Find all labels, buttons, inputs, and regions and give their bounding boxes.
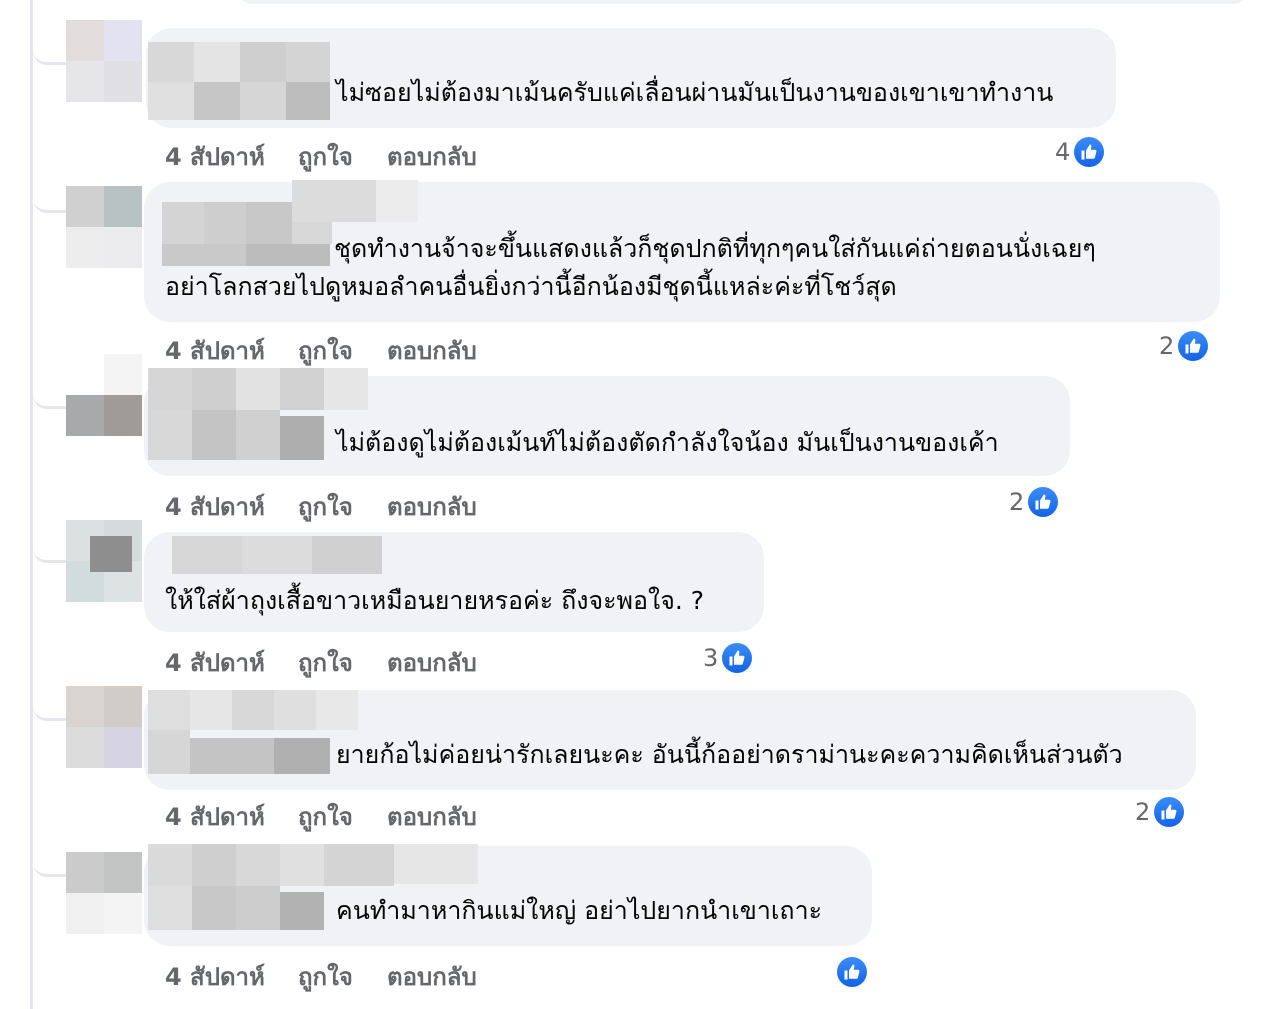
like-link[interactable]: ถูกใจ <box>298 331 353 370</box>
comment-text: ให้ใส่ผ้าถุงเสื้อขาวเหมือนยายหรอค่ะ ถึงจ… <box>165 586 705 615</box>
comment-timestamp[interactable]: 4 สัปดาห์ <box>165 137 265 176</box>
thread-connector <box>33 386 67 409</box>
commenter-name-redacted <box>148 368 368 460</box>
reply-link[interactable]: ตอบกลับ <box>387 797 477 836</box>
reaction-count: 2 <box>1159 332 1175 360</box>
like-link[interactable]: ถูกใจ <box>298 957 353 996</box>
comment-text: ไม่ต้องดูไม่ต้องเม้นท์ไม่ต้องตัดกำลังใจน… <box>336 428 999 457</box>
reply-link[interactable]: ตอบกลับ <box>387 957 477 996</box>
reaction-summary[interactable] <box>835 955 869 989</box>
thread-connector <box>33 698 67 721</box>
comment-text: ยายก้อไม่ค่อยน่ารักเลยนะคะ อันนี้ก้ออย่า… <box>336 740 1123 769</box>
like-link[interactable]: ถูกใจ <box>298 487 353 526</box>
reaction-count: 2 <box>1135 798 1151 826</box>
reaction-count: 4 <box>1055 138 1071 166</box>
like-thumbs-up-icon <box>1072 135 1107 169</box>
reply-link[interactable]: ตอบกลับ <box>387 137 477 176</box>
comment-text: อย่าโลกสวยไปดูหมอลำคนอื่นยิ่งกว่านี้อีกน… <box>165 272 897 301</box>
reaction-summary[interactable]: 2 <box>1135 795 1187 829</box>
like-thumbs-up-icon <box>1152 795 1187 829</box>
commenter-name-redacted <box>148 42 330 120</box>
avatar[interactable] <box>66 354 142 436</box>
like-link[interactable]: ถูกใจ <box>298 643 353 682</box>
comment-text: ไม่ซอยไม่ต้องมาเม้นครับแค่เลื่อนผ่านมันเ… <box>336 78 1054 107</box>
thread-connector <box>33 540 67 563</box>
commenter-name-redacted <box>148 690 358 774</box>
comment-text: คนทำมาหากินแม่ใหญ่ อย่าไปยากนำเขาเถาะ <box>336 896 823 925</box>
comment-timestamp[interactable]: 4 สัปดาห์ <box>165 331 265 370</box>
commenter-name-redacted <box>172 536 382 574</box>
reply-link[interactable]: ตอบกลับ <box>387 331 477 370</box>
avatar[interactable] <box>66 520 142 602</box>
avatar[interactable] <box>66 20 142 102</box>
avatar[interactable] <box>66 186 142 268</box>
reaction-summary[interactable]: 2 <box>1009 485 1061 519</box>
thread-connector <box>33 854 67 877</box>
reaction-count: 2 <box>1009 488 1025 516</box>
like-thumbs-up-icon <box>1176 329 1211 363</box>
reply-link[interactable]: ตอบกลับ <box>387 643 477 682</box>
comment-timestamp[interactable]: 4 สัปดาห์ <box>165 487 265 526</box>
like-thumbs-up-icon <box>1026 485 1061 519</box>
reaction-summary[interactable]: 3 <box>703 641 755 675</box>
previous-comment-bubble <box>236 0 1250 4</box>
comment-text: ชุดทำงานจ้าจะขึ้นแสดงแล้วก็ชุดปกติที่ทุก… <box>334 234 1096 263</box>
thread-connector <box>33 42 67 65</box>
avatar[interactable] <box>66 852 142 934</box>
like-thumbs-up-icon <box>720 641 755 675</box>
avatar[interactable] <box>66 686 142 768</box>
like-thumbs-up-icon <box>835 955 869 989</box>
thread-connector <box>33 190 67 213</box>
reaction-count: 3 <box>703 644 719 672</box>
comment-timestamp[interactable]: 4 สัปดาห์ <box>165 957 265 996</box>
reaction-summary[interactable]: 2 <box>1159 329 1211 363</box>
reply-link[interactable]: ตอบกลับ <box>387 487 477 526</box>
reaction-summary[interactable]: 4 <box>1055 135 1107 169</box>
comment-timestamp[interactable]: 4 สัปดาห์ <box>165 643 265 682</box>
like-link[interactable]: ถูกใจ <box>298 137 353 176</box>
comment-timestamp[interactable]: 4 สัปดาห์ <box>165 797 265 836</box>
like-link[interactable]: ถูกใจ <box>298 797 353 836</box>
